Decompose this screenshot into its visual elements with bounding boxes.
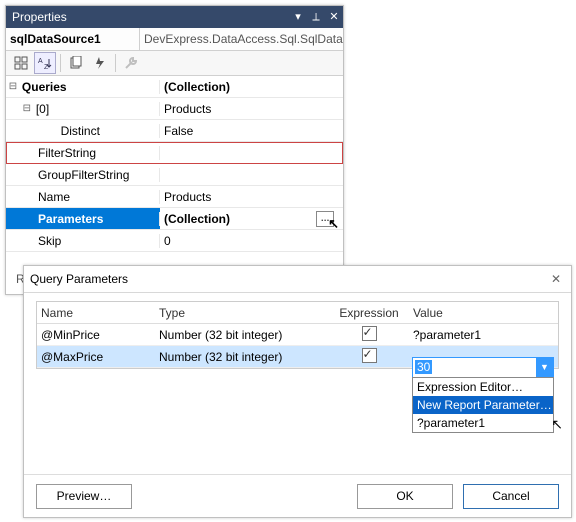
preview-button[interactable]: Preview… (36, 484, 132, 509)
dialog-button-bar: Preview… OK Cancel (24, 474, 571, 517)
prop-name-label[interactable]: Name (6, 190, 160, 204)
col-value[interactable]: Value (409, 306, 558, 320)
properties-titlebar: Properties ▾ ⟂ ✕ (6, 6, 343, 28)
col-type[interactable]: Type (159, 306, 329, 320)
ok-button[interactable]: OK (357, 484, 453, 509)
dropdown-item-new-report-parameter[interactable]: New Report Parameter… (413, 396, 553, 414)
query-parameters-dialog: Query Parameters ✕ Name Type Expression … (23, 265, 572, 518)
object-selector-name[interactable]: sqlDataSource1 (6, 28, 140, 50)
param-type[interactable]: Number (32 bit integer) (159, 350, 329, 364)
prop-filterstring-label[interactable]: FilterString (6, 146, 160, 160)
prop-groupfilterstring-label[interactable]: GroupFilterString (6, 168, 160, 182)
property-grid: ⊟Queries (Collection) ⊟[0] Products Dist… (6, 76, 343, 252)
value-text: 30 (415, 360, 432, 374)
categorized-button[interactable] (10, 52, 32, 74)
value-dropdown: Expression Editor… New Report Parameter…… (412, 377, 554, 433)
cancel-button[interactable]: Cancel (463, 484, 559, 509)
chevron-down-icon[interactable]: ▼ (536, 358, 553, 377)
prop-queries-label[interactable]: Queries (20, 80, 160, 94)
expand-icon[interactable]: ⊟ (6, 81, 20, 92)
svg-text:Z: Z (44, 64, 49, 70)
prop-distinct-label[interactable]: Distinct (29, 124, 160, 138)
parameters-grid: Name Type Expression Value @MinPrice Num… (36, 301, 559, 369)
expand-icon[interactable]: ⊟ (20, 103, 34, 114)
expression-checkbox[interactable] (362, 348, 377, 363)
pin-icon[interactable]: ▾ (289, 6, 307, 28)
alphabetical-button[interactable]: AZ (34, 52, 56, 74)
dropdown-item-expression-editor[interactable]: Expression Editor… (413, 378, 553, 396)
prop-skip-value[interactable]: 0 (160, 230, 343, 252)
prop-parameters-value[interactable]: (Collection)…↖ (160, 208, 343, 230)
properties-title-text: Properties (12, 6, 67, 28)
prop-skip-label[interactable]: Skip (6, 234, 160, 248)
param-row[interactable]: @MinPrice Number (32 bit integer) ?param… (37, 324, 558, 346)
param-type[interactable]: Number (32 bit integer) (159, 328, 329, 342)
properties-toolbar: AZ (6, 51, 343, 76)
prop-name-value[interactable]: Products (160, 186, 343, 208)
param-value[interactable]: ?parameter1 (409, 328, 558, 342)
prop-index0-value[interactable]: Products (160, 98, 343, 120)
value-combobox[interactable]: 30 ▼ (412, 357, 554, 378)
wrench-button[interactable] (120, 52, 142, 74)
pages-button[interactable] (65, 52, 87, 74)
prop-distinct-value[interactable]: False (160, 120, 343, 142)
prop-groupfilterstring-value[interactable] (160, 164, 343, 186)
col-expression[interactable]: Expression (329, 306, 409, 320)
prop-queries-value[interactable]: (Collection) (160, 76, 343, 98)
expression-checkbox[interactable] (362, 326, 377, 341)
object-selector-type: DevExpress.DataAccess.Sql.SqlDataSource (140, 28, 343, 50)
param-row[interactable]: @MaxPrice Number (32 bit integer) 30 ▼ E… (37, 346, 558, 368)
close-icon[interactable]: ✕ (325, 6, 343, 28)
close-icon[interactable]: ✕ (547, 272, 565, 286)
events-button[interactable] (89, 52, 111, 74)
properties-panel: Properties ▾ ⟂ ✕ sqlDataSource1 DevExpre… (5, 5, 344, 295)
autohide-icon[interactable]: ⟂ (307, 6, 325, 28)
param-name[interactable]: @MaxPrice (37, 350, 159, 364)
prop-filterstring-value[interactable] (160, 142, 343, 164)
cursor-icon: ↖ (551, 416, 563, 433)
dialog-title-text: Query Parameters (30, 272, 547, 286)
col-name[interactable]: Name (37, 306, 159, 320)
param-name[interactable]: @MinPrice (37, 328, 159, 342)
dialog-titlebar: Query Parameters ✕ (24, 266, 571, 293)
prop-index0-label[interactable]: [0] (34, 102, 160, 116)
prop-parameters-label[interactable]: Parameters (6, 212, 160, 226)
dropdown-item-parameter1[interactable]: ?parameter1 (413, 414, 553, 432)
svg-text:A: A (38, 58, 43, 65)
